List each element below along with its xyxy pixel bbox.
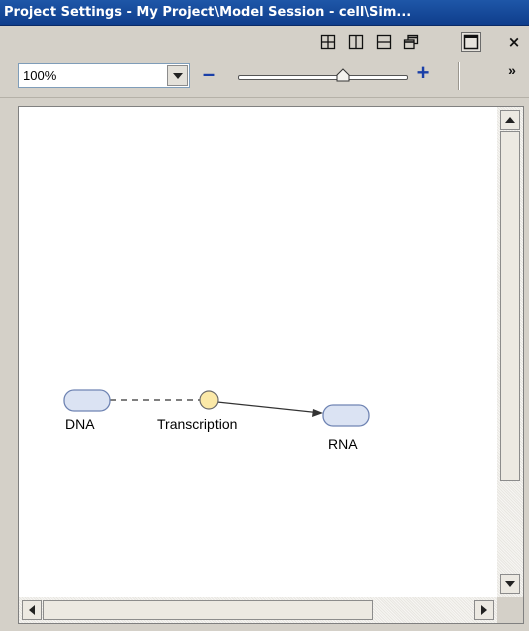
diagram-canvas-frame: DNA Transcription RNA (18, 106, 524, 624)
tile-vertical-button[interactable] (346, 32, 366, 52)
vertical-scroll-thumb[interactable] (500, 131, 520, 481)
zoom-dropdown-button[interactable] (167, 65, 188, 86)
zoom-toolbar: 100% – + » (0, 56, 529, 98)
scroll-right-button[interactable] (474, 600, 494, 620)
zoom-slider[interactable] (238, 75, 408, 80)
scrollbar-corner (497, 597, 523, 623)
tile-horizontal-button[interactable] (374, 32, 394, 52)
window-layout-bar: × (0, 26, 529, 56)
zoom-in-button[interactable]: + (414, 61, 432, 85)
maximize-button[interactable] (461, 32, 481, 52)
diagram-graph (63, 389, 370, 427)
zoom-value: 100% (23, 68, 57, 83)
tile-vertical-icon (348, 34, 364, 50)
tile-four-button[interactable] (318, 32, 338, 52)
vertical-scrollbar[interactable] (497, 107, 523, 597)
chevron-down-icon (172, 72, 183, 79)
diagram-window: Project Settings - My Project\Model Sess… (0, 0, 529, 631)
arrow-down-icon (505, 581, 515, 587)
node-label-dna: DNA (65, 416, 95, 432)
arrow-left-icon (29, 605, 35, 615)
zoom-combo[interactable]: 100% (18, 63, 190, 88)
zoom-slider-thumb[interactable] (336, 68, 350, 82)
arrow-right-icon (481, 605, 487, 615)
node-rna[interactable] (322, 404, 370, 427)
restore-button[interactable] (401, 32, 421, 52)
node-transcription[interactable] (199, 390, 219, 410)
horizontal-scrollbar[interactable] (19, 597, 497, 623)
node-label-transcription: Transcription (157, 416, 238, 432)
arrowhead (312, 409, 323, 417)
toolbar-separator (458, 62, 460, 90)
tile-four-icon (320, 34, 336, 50)
restore-icon (403, 34, 419, 50)
maximize-icon (463, 34, 479, 50)
arrow-up-icon (505, 117, 515, 123)
zoom-out-button[interactable]: – (200, 62, 218, 86)
node-label-rna: RNA (328, 436, 358, 452)
horizontal-scroll-thumb[interactable] (43, 600, 373, 620)
diagram-canvas[interactable]: DNA Transcription RNA (19, 107, 497, 597)
window-title: Project Settings - My Project\Model Sess… (0, 0, 529, 26)
scroll-left-button[interactable] (22, 600, 42, 620)
node-dna[interactable] (63, 389, 111, 412)
scroll-up-button[interactable] (500, 110, 520, 130)
scroll-down-button[interactable] (500, 574, 520, 594)
toolbar-overflow-button[interactable]: » (502, 60, 522, 80)
tile-horizontal-icon (376, 34, 392, 50)
edge-transcription-rna (216, 401, 322, 414)
close-button[interactable]: × (504, 32, 524, 52)
